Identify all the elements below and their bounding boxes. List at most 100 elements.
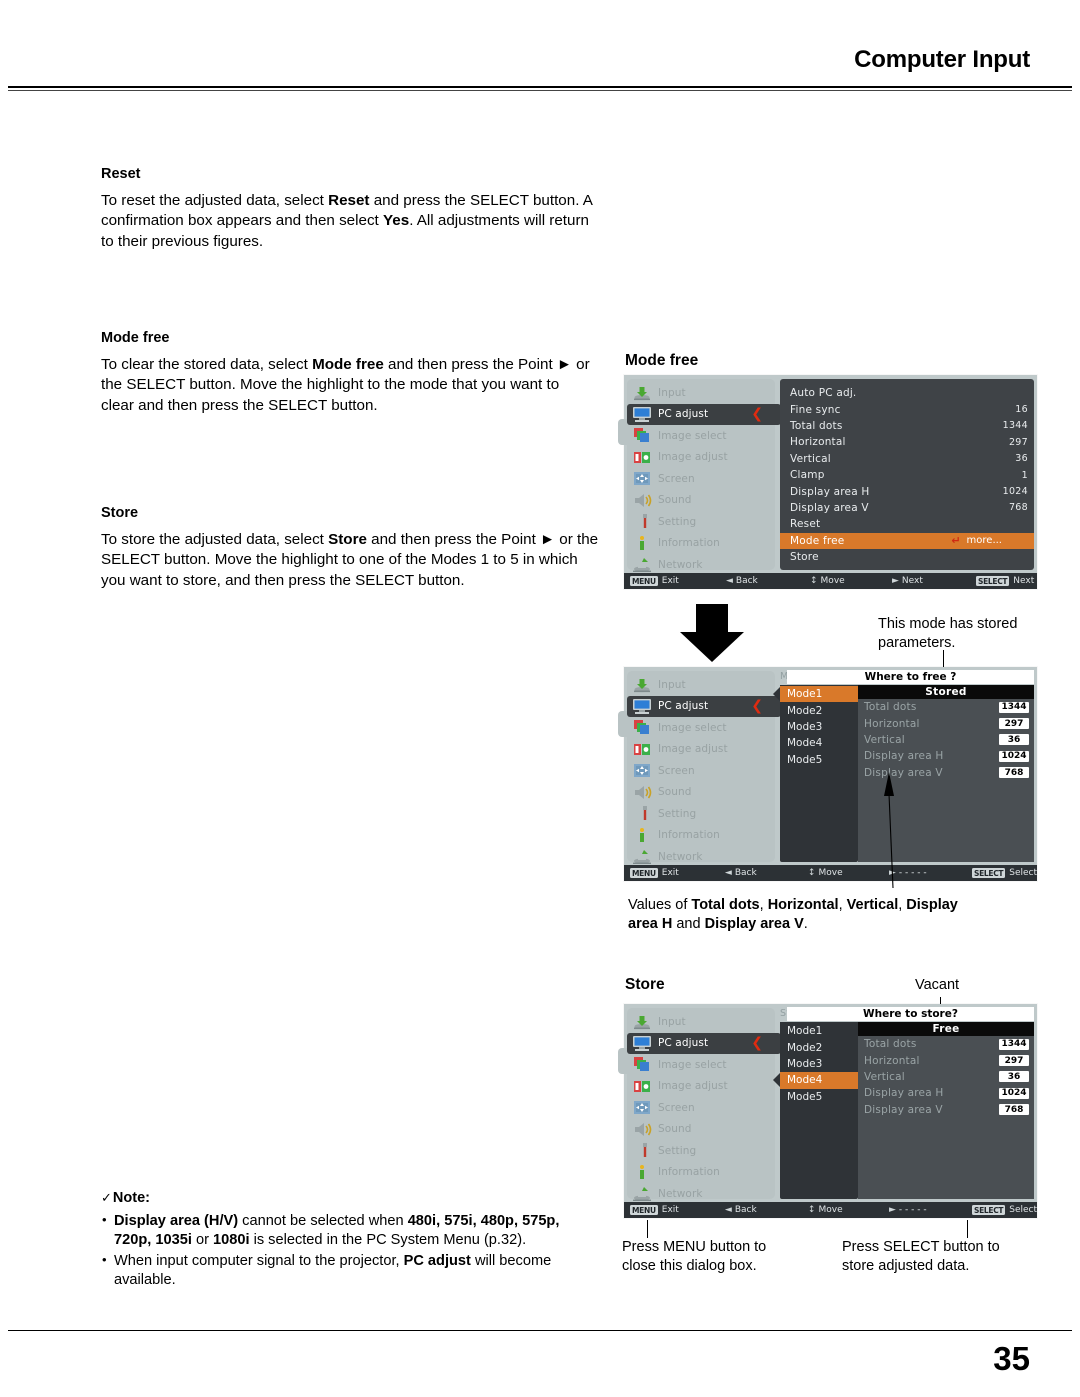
- guide-label: Select: [1009, 1205, 1038, 1215]
- value-row-name: Horizontal: [864, 1054, 920, 1067]
- osd-screenshot-mode-free-dialog: Input PC adjust ❮ Image select Image adj…: [618, 667, 1037, 881]
- value-row-name: Display area V: [864, 1103, 943, 1116]
- menu-row-horizontal[interactable]: Horizontal 297: [780, 434, 1034, 450]
- menu-row-auto-pc-adj[interactable]: Auto PC adj.: [780, 385, 1034, 401]
- guide-select[interactable]: SELECT Next: [976, 576, 1034, 586]
- sidebar-item-setting[interactable]: Setting: [627, 803, 775, 825]
- menu-row-fine-sync[interactable]: Fine sync 16: [780, 401, 1034, 417]
- menu-row-vertical[interactable]: Vertical 36: [780, 451, 1034, 467]
- value-row-value: 36: [999, 734, 1029, 746]
- mode-list-item[interactable]: Mode1: [780, 686, 858, 703]
- mode-list-item[interactable]: Mode2: [780, 1039, 858, 1055]
- check-icon: ✓: [101, 1190, 112, 1205]
- menu-row-clamp[interactable]: Clamp 1: [780, 467, 1034, 483]
- sidebar-item-label: Sound: [658, 786, 692, 799]
- sidebar-item-screen[interactable]: Screen: [627, 468, 775, 490]
- sidebar-item-network[interactable]: Network: [627, 1183, 775, 1205]
- menu-row-mode-free[interactable]: Mode free ↵ more...: [780, 532, 1034, 549]
- mode-list-item[interactable]: Mode3: [780, 719, 858, 735]
- sidebar-item-sound[interactable]: Sound: [627, 782, 775, 804]
- menu-row-name: Clamp: [790, 469, 825, 482]
- reset-heading: Reset: [101, 166, 141, 182]
- guide-back[interactable]: ◄ Back: [726, 576, 810, 586]
- mode-list-item[interactable]: Mode1: [780, 1023, 858, 1039]
- guide-select[interactable]: SELECT Select: [972, 868, 1037, 878]
- mode-list-item[interactable]: Mode3: [780, 1056, 858, 1072]
- arrow-right-icon: ►: [888, 1205, 896, 1215]
- guide-exit[interactable]: MENU Exit: [630, 868, 725, 878]
- guide-exit[interactable]: MENU Exit: [630, 1205, 725, 1215]
- menu-row-total-dots[interactable]: Total dots 1344: [780, 418, 1034, 434]
- mode-list-item[interactable]: Mode5: [780, 752, 858, 768]
- screen3-caption-wrap: Store: [625, 976, 665, 994]
- sidebar-item-image-adjust[interactable]: Image adjust: [627, 739, 775, 761]
- mode-list-item[interactable]: Mode4: [780, 735, 858, 751]
- menu-row-store[interactable]: Store: [780, 549, 1034, 565]
- store-heading: Store: [101, 505, 139, 521]
- arrow-left-icon: ◄: [724, 868, 732, 878]
- sidebar-item-label: Setting: [658, 1144, 697, 1157]
- sidebar-item-setting[interactable]: Setting: [627, 1140, 775, 1162]
- menu-key-badge: MENU: [630, 1205, 658, 1215]
- sidebar-item-image-adjust[interactable]: Image adjust: [627, 1076, 775, 1098]
- guide-move[interactable]: ↕ Move: [810, 576, 892, 586]
- input-icon: [631, 676, 653, 693]
- sidebar-item-image-adjust[interactable]: Image adjust: [627, 447, 775, 469]
- sidebar-item-label: Information: [658, 537, 720, 550]
- menu-row-reset[interactable]: Reset: [780, 516, 1034, 532]
- header-rule-top: [8, 86, 1072, 88]
- sidebar-item-pc-adjust[interactable]: PC adjust ❮: [627, 695, 790, 717]
- screen1-caption-wrap: Mode free: [625, 352, 698, 370]
- sidebar-item-image-select[interactable]: Image select: [627, 1054, 775, 1076]
- menu-row-name: Display area H: [790, 485, 870, 498]
- guide-label: Exit: [661, 1205, 679, 1215]
- guide-next-disabled: ► - - - - -: [889, 1205, 972, 1215]
- guide-back[interactable]: ◄ Back: [725, 868, 808, 878]
- value-row-vertical: Vertical 36: [858, 732, 1034, 748]
- value-row-value: 1024: [999, 1087, 1029, 1099]
- page-title: Computer Input: [854, 46, 1030, 73]
- setting-icon: [631, 1142, 653, 1159]
- sidebar-item-network[interactable]: Network: [627, 554, 775, 576]
- menu-row-display-area-h[interactable]: Display area H 1024: [780, 483, 1034, 499]
- image-adjust-icon: [631, 741, 653, 758]
- image-select-icon: [631, 427, 653, 444]
- guide-move[interactable]: ↕ Move: [808, 1205, 889, 1215]
- sidebar-item-information[interactable]: Information: [627, 1162, 775, 1184]
- sidebar-item-sound[interactable]: Sound: [627, 1119, 775, 1141]
- menu-row-display-area-v[interactable]: Display area V 768: [780, 500, 1034, 516]
- sidebar-item-information[interactable]: Information: [627, 533, 775, 555]
- osd-sidebar: Input PC adjust ❮ Image select Image adj…: [618, 671, 790, 865]
- arrow-updown-icon: ↕: [807, 1205, 816, 1215]
- menu-row-value: 16: [1015, 404, 1028, 416]
- sidebar-item-label: Network: [658, 1187, 703, 1200]
- sidebar-item-label: Image select: [658, 429, 727, 442]
- sidebar-item-pc-adjust[interactable]: PC adjust ❮: [627, 1032, 790, 1054]
- sidebar-item-image-select[interactable]: Image select: [627, 425, 775, 447]
- guide-back[interactable]: ◄ Back: [725, 1205, 808, 1215]
- guide-exit[interactable]: MENU Exit: [630, 576, 726, 586]
- screen-icon: [631, 1099, 653, 1116]
- guide-select[interactable]: SELECT Select: [972, 1205, 1037, 1215]
- sidebar-item-setting[interactable]: Setting: [627, 511, 775, 533]
- sidebar-item-input[interactable]: Input: [627, 382, 775, 404]
- sidebar-item-label: Image adjust: [658, 743, 728, 756]
- sidebar-item-sound[interactable]: Sound: [627, 490, 775, 512]
- mode-list-item[interactable]: Mode2: [780, 702, 858, 718]
- value-row-vertical: Vertical 36: [858, 1069, 1034, 1085]
- sidebar-item-input[interactable]: Input: [627, 674, 775, 696]
- callout-stored-parameters: This mode has stored parameters.: [878, 616, 1018, 651]
- sidebar-item-pc-adjust[interactable]: PC adjust ❮: [627, 403, 790, 425]
- sidebar-item-image-select[interactable]: Image select: [627, 717, 775, 739]
- menu-row-value: 1: [1021, 469, 1028, 481]
- sidebar-item-screen[interactable]: Screen: [627, 760, 775, 782]
- sidebar-item-screen[interactable]: Screen: [627, 1097, 775, 1119]
- sidebar-item-network[interactable]: Network: [627, 846, 775, 868]
- sidebar-item-information[interactable]: Information: [627, 825, 775, 847]
- mode-list-item[interactable]: Mode5: [780, 1089, 858, 1105]
- mode-list-item[interactable]: Mode4: [780, 1072, 858, 1089]
- guide-label: Move: [818, 1205, 843, 1215]
- guide-next[interactable]: ► Next: [892, 576, 976, 586]
- sound-icon: [631, 784, 653, 801]
- sidebar-item-input[interactable]: Input: [627, 1011, 775, 1033]
